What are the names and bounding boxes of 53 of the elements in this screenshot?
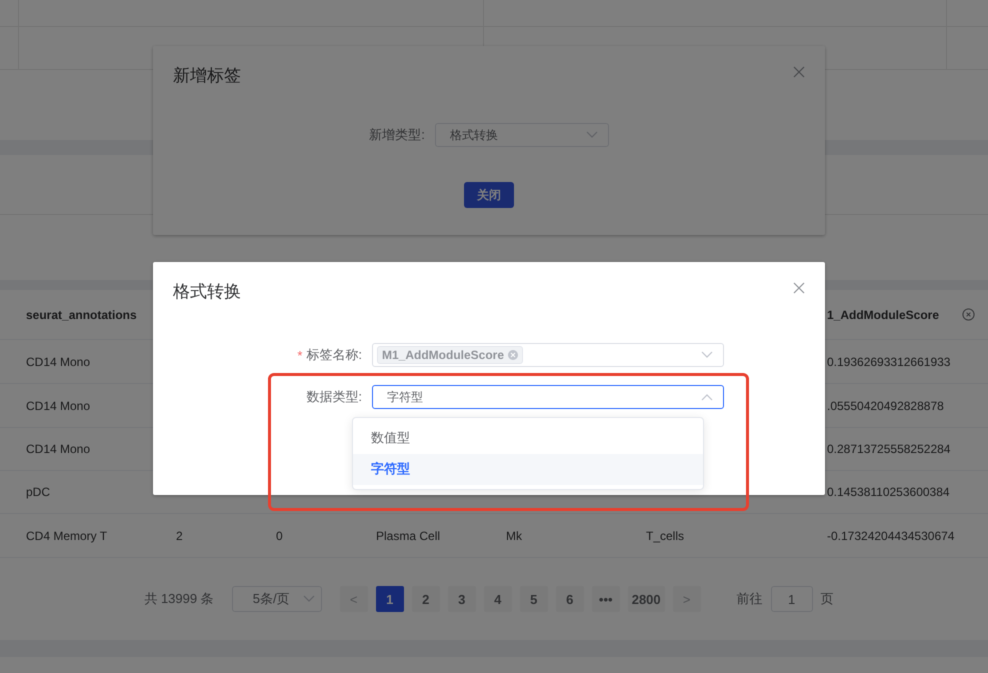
page-button[interactable]: 2800: [628, 586, 665, 612]
table-cell-text: 0.28713725558252284: [827, 442, 952, 456]
selected-tag: M1_AddModuleScore: [377, 346, 524, 364]
page-button[interactable]: •••: [592, 586, 620, 612]
table-cell-text: CD14 Mono: [26, 354, 92, 368]
field-label: 数据类型:: [305, 388, 363, 406]
close-icon[interactable]: [793, 66, 805, 78]
tag-remove-icon[interactable]: [508, 350, 518, 360]
page-button[interactable]: 1: [376, 586, 404, 612]
type-select[interactable]: 格式转换: [434, 123, 609, 147]
field-label: 标签名称:: [306, 346, 363, 364]
page-button[interactable]: 6: [556, 586, 584, 612]
page-button[interactable]: 4: [484, 586, 512, 612]
dialog-title: 格式转换: [173, 281, 241, 303]
data-type-select[interactable]: 字符型: [372, 385, 724, 409]
table-cell-text: CD14 Mono: [26, 398, 92, 412]
table-cell-text: 0.19362693312661933: [827, 354, 952, 368]
goto-page-field[interactable]: 1: [770, 586, 813, 612]
previous-page-button[interactable]: <: [340, 586, 368, 612]
page-button[interactable]: 3: [448, 586, 476, 612]
close-icon[interactable]: [793, 282, 805, 294]
chevron-down-icon: [586, 131, 598, 139]
required-mark: *: [297, 348, 302, 362]
dialog-title: 新增标签: [173, 65, 241, 87]
table-cell-text: CD4 Memory T: [26, 528, 108, 542]
chevron-down-icon: [701, 351, 713, 359]
page-button[interactable]: 5: [520, 586, 548, 612]
page-size-select[interactable]: 5条/页: [232, 586, 322, 612]
goto-label: 前往: [736, 590, 763, 608]
filter-clear-icon[interactable]: [962, 308, 975, 321]
table-cell-text: Mk: [506, 528, 523, 542]
page-button[interactable]: 2: [412, 586, 440, 612]
table-cell-text: -0.17324204434530674: [827, 528, 956, 542]
table-cell-text: pDC: [26, 485, 52, 499]
table-cell-text: 0: [276, 528, 284, 542]
table-cell-text: 2: [176, 528, 184, 542]
page-suffix: 页: [820, 590, 834, 608]
close-button[interactable]: 关闭: [464, 182, 514, 208]
tag-name-select[interactable]: M1_AddModuleScore: [372, 343, 724, 367]
table-cell-text: .05550420492828878: [827, 398, 945, 412]
table-cell-text: CD14 Mono: [26, 442, 92, 456]
column-header: seurat_annotations: [26, 308, 138, 322]
dropdown-option[interactable]: 数值型: [353, 422, 703, 454]
table-cell-text: 0.14538110253600384: [827, 485, 951, 499]
table-cell-text: Plasma Cell: [376, 528, 442, 542]
dropdown-option[interactable]: 字符型: [353, 454, 703, 485]
next-page-button[interactable]: >: [672, 586, 701, 612]
column-header: 1_AddModuleScore: [827, 308, 940, 322]
total-count: 共 13999 条: [144, 590, 214, 608]
field-label: 新增类型:: [369, 126, 426, 144]
chevron-up-icon: [701, 393, 713, 401]
chevron-down-icon: [302, 595, 315, 603]
table-cell-text: T_cells: [646, 528, 686, 542]
